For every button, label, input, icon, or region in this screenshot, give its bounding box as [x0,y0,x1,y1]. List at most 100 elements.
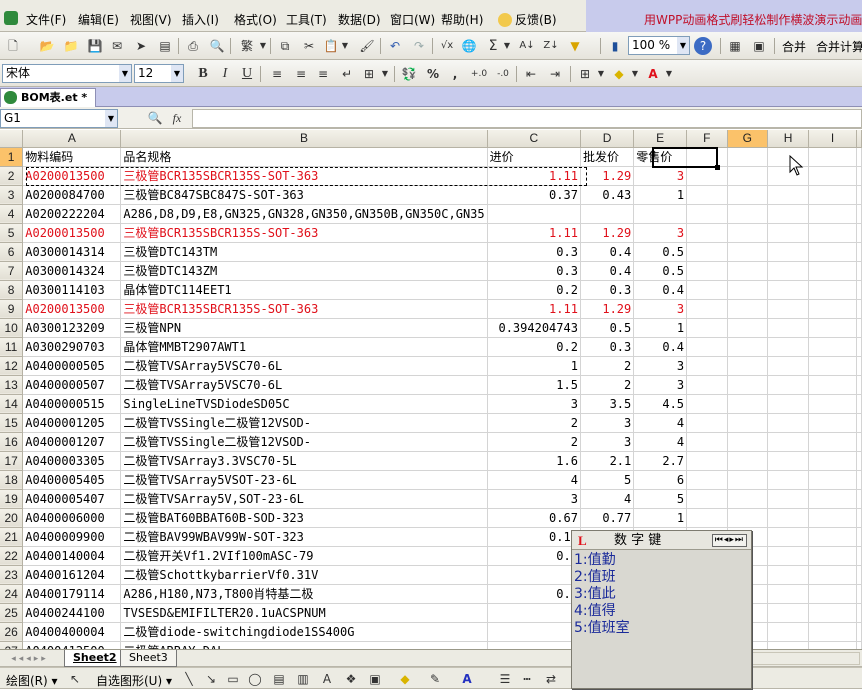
column-header-c[interactable]: C [487,130,581,148]
cell-empty[interactable] [767,375,810,395]
cell-empty[interactable] [856,432,862,452]
candidate-item[interactable]: 2:值班 [574,569,749,586]
row-header[interactable]: 16 [0,432,24,452]
cell-empty[interactable] [767,470,810,490]
cell-empty[interactable] [727,185,768,205]
cell-empty[interactable] [856,527,862,547]
font-family-select[interactable]: 宋体 ▼ [2,64,132,83]
autosum-button[interactable]: Σ [484,37,502,55]
cell-empty[interactable] [767,603,810,623]
cell-empty[interactable] [808,185,857,205]
cell-empty[interactable] [767,299,810,319]
menu-tools[interactable]: 工具(T) [286,10,327,30]
resize-handle[interactable] [715,165,720,170]
font-color-icon[interactable]: A [458,670,476,688]
cell-wholesale-price[interactable]: 0.5 [580,318,635,338]
cell-cost-price[interactable]: 1.11 [487,166,581,186]
cell-empty[interactable] [856,394,862,414]
cell-wholesale-price[interactable]: 3 [580,413,635,433]
dash-style-icon[interactable]: ┅ [518,670,536,688]
cell-cost-price[interactable]: 0.17 [487,527,581,547]
column-header-a[interactable]: A [22,130,122,148]
send-icon[interactable]: ➤ [132,37,150,55]
merge-center-icon[interactable]: ⊞ [360,65,378,83]
cell-empty[interactable] [686,375,728,395]
cell-empty[interactable] [808,147,857,167]
candidate-item[interactable]: 5:值班室 [574,620,749,637]
row-header[interactable]: 15 [0,413,24,433]
cell-material-code[interactable]: A0400140004 [22,546,122,566]
cell-empty[interactable] [808,641,857,649]
cell-cost-price[interactable]: 0.7 [487,584,581,604]
cell-empty[interactable] [856,413,862,433]
cell-empty[interactable] [808,299,857,319]
horizontal-scrollbar[interactable] [752,652,860,665]
row-header[interactable]: 7 [0,261,24,281]
cell-empty[interactable] [808,622,857,642]
cell-empty[interactable] [808,508,857,528]
cell-retail-price[interactable]: 1 [633,318,688,338]
document-tab[interactable]: BOM表.et * [0,88,96,107]
cell-retail-price[interactable]: 4 [633,432,688,452]
cell-empty[interactable] [856,242,862,262]
row-header[interactable]: 20 [0,508,24,528]
cell-cost-price[interactable]: 2 [487,603,581,623]
cell-cost-price[interactable]: 3 [487,489,581,509]
cell-wholesale-price[interactable]: 0.77 [580,508,635,528]
cell-cost-price[interactable]: 1.6 [487,451,581,471]
cell-empty[interactable] [686,242,728,262]
cell-empty[interactable] [767,546,810,566]
cell-empty[interactable] [727,394,768,414]
print-preview-icon[interactable]: 🔍 [208,37,226,55]
cell-empty[interactable] [686,166,728,186]
name-box[interactable]: G1 ▼ [0,109,118,128]
merge-calc-button[interactable]: 合并计算 [816,37,862,57]
row-header[interactable]: 14 [0,394,24,414]
cell-material-code[interactable]: A0400006000 [22,508,122,528]
cell-spec[interactable]: 二极管TVSArray5VSC70-6L [120,375,488,395]
arrow-style-icon[interactable]: ⇄ [542,670,560,688]
cell-cost-price[interactable]: 0.67 [487,508,581,528]
cell-material-code[interactable]: A0400161204 [22,565,122,585]
save-icon[interactable]: 💾 [86,37,104,55]
chart-icon[interactable]: ▮ [606,37,624,55]
cell-spec[interactable]: 三极管BCR135SBCR135S-SOT-363 [120,223,488,243]
decrease-indent-icon[interactable]: ⇤ [522,65,540,83]
cell-empty[interactable] [856,280,862,300]
cell-empty[interactable] [856,603,862,623]
cell-wholesale-price[interactable]: 5 [580,470,635,490]
cell-material-code[interactable]: A0300123209 [22,318,122,338]
cell-empty[interactable] [727,147,768,167]
cell-wholesale-price[interactable]: 1.29 [580,299,635,319]
cell-empty[interactable] [808,204,857,224]
sqrt-icon[interactable]: √x [438,37,456,55]
function-button[interactable]: fx [168,109,186,127]
cell-material-code[interactable]: A0400000507 [22,375,122,395]
cell-empty[interactable] [727,470,768,490]
cell-empty[interactable] [727,489,768,509]
cell-spec[interactable]: 二极管BAT60BBAT60B-SOD-323 [120,508,488,528]
cell-empty[interactable] [686,394,728,414]
arrow-icon[interactable]: ↘ [202,670,220,688]
cell-material-code[interactable]: A0400003305 [22,451,122,471]
cell-empty[interactable] [856,223,862,243]
cell-empty[interactable] [727,508,768,528]
cell-empty[interactable] [856,584,862,604]
cell-empty[interactable] [856,375,862,395]
cell-empty[interactable] [767,622,810,642]
cell-material-code[interactable]: A0400001205 [22,413,122,433]
cell-spec[interactable]: A286,D8,D9,E8,GN325,GN328,GN350,GN350B,G… [120,204,488,224]
cell-empty[interactable] [686,299,728,319]
formula-input[interactable] [192,109,862,128]
cell-spec[interactable]: TVSESD&EMIFILTER20.1uACSPNUM [120,603,488,623]
row-header[interactable]: 17 [0,451,24,471]
cell-wholesale-price[interactable]: 0.3 [580,280,635,300]
select-all-corner[interactable] [0,130,24,148]
cell-empty[interactable] [767,318,810,338]
cell-cost-price[interactable]: 0.3 [487,261,581,281]
sort-ascending-icon[interactable]: A↓ [518,37,536,55]
row-header[interactable]: 22 [0,546,24,566]
row-header[interactable]: 12 [0,356,24,376]
cell-empty[interactable] [686,356,728,376]
align-right-icon[interactable]: ≡ [314,65,332,83]
